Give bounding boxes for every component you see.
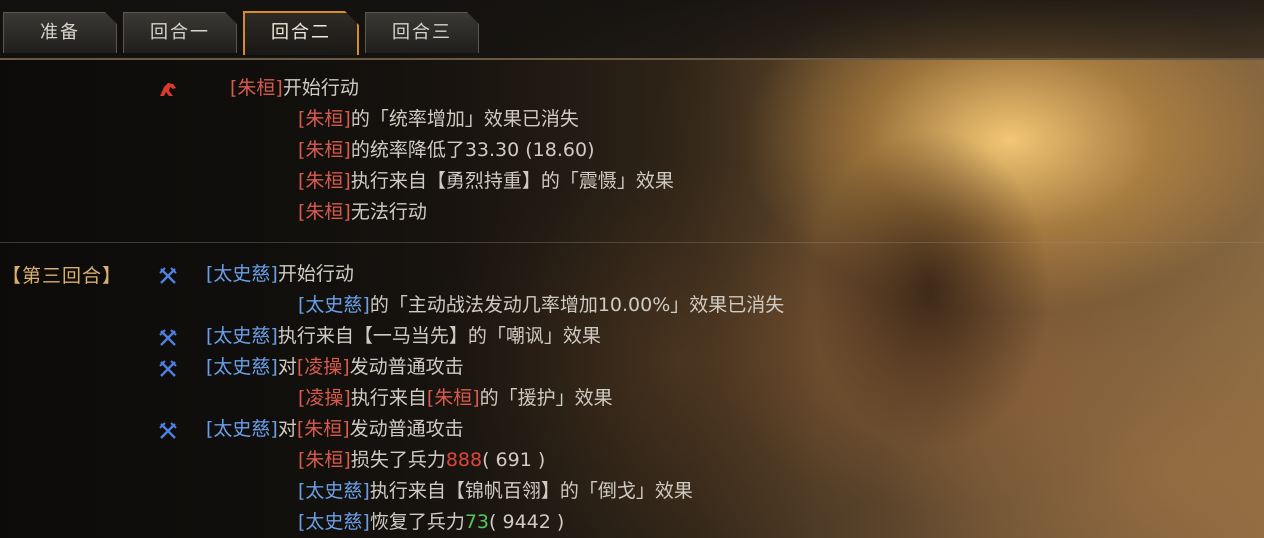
log-line: [太史慈]开始行动 (206, 260, 354, 288)
log-text: 发动普通攻击 (349, 356, 464, 378)
source-name: [朱桓] (426, 387, 480, 409)
general-name: [太史慈] (298, 511, 370, 533)
log-text: 对 (277, 418, 297, 440)
log-line: [朱桓]的「统率增加」效果已消失 (298, 105, 579, 133)
target-name: [朱桓] (296, 418, 350, 440)
tab-bar-divider (0, 58, 1264, 60)
log-text: 损失了兵力 (350, 449, 446, 471)
log-line: [太史慈]对[凌操]发动普通攻击 (206, 353, 464, 381)
heal-value: 73 (464, 511, 490, 533)
log-line: [朱桓]的统率降低了33.30 (18.60) (298, 136, 594, 164)
round-label: 【第三回合】 (2, 265, 123, 287)
crossed-swords-icon (159, 360, 177, 377)
remaining-troops: ( 691 ) (482, 449, 546, 471)
general-name: [朱桓] (298, 201, 351, 223)
crossed-swords-icon (159, 329, 177, 346)
crossed-swords-icon (159, 267, 177, 284)
log-text: 无法行动 (350, 201, 427, 223)
crossed-swords-icon (159, 422, 177, 439)
log-line: [朱桓]执行来自【勇烈持重】的「震慑」效果 (298, 167, 674, 195)
tab-prepare[interactable]: 准备 (3, 12, 117, 53)
general-name: [太史慈] (206, 263, 278, 285)
log-text: 执行来自【锦帆百翎】的「倒戈」效果 (369, 480, 693, 502)
general-name: [朱桓] (298, 108, 351, 130)
general-name: [朱桓] (298, 449, 351, 471)
log-text: 恢复了兵力 (369, 511, 465, 533)
red-horse-icon (160, 83, 176, 96)
log-text: 的「援护」效果 (479, 387, 613, 409)
log-line: [朱桓]损失了兵力888( 691 ) (298, 446, 545, 474)
log-line: [太史慈]执行来自【锦帆百翎】的「倒戈」效果 (298, 477, 693, 505)
log-line: [太史慈]对[朱桓]发动普通攻击 (206, 415, 464, 443)
log-text: 开始行动 (277, 263, 354, 285)
tab-round-two[interactable]: 回合二 (243, 11, 359, 55)
general-name: [凌操] (298, 387, 351, 409)
general-name: [朱桓] (298, 170, 351, 192)
log-text: 的「统率增加」效果已消失 (350, 108, 579, 130)
log-line: [太史慈]恢复了兵力73( 9442 ) (298, 508, 564, 536)
log-text: 执行来自【一马当先】的「嘲讽」效果 (277, 325, 601, 347)
log-text: 发动普通攻击 (349, 418, 464, 440)
tab-round-three[interactable]: 回合三 (365, 12, 479, 53)
remaining-troops: ( 9442 ) (489, 511, 565, 533)
general-name: [太史慈] (298, 294, 370, 316)
log-text: 的「主动战法发动几率增加10.00%」效果已消失 (369, 294, 785, 316)
general-name: [太史慈] (298, 480, 370, 502)
log-line: [朱桓]无法行动 (298, 198, 427, 226)
log-line: [太史慈]的「主动战法发动几率增加10.00%」效果已消失 (298, 291, 784, 319)
log-text: 对 (277, 356, 297, 378)
general-name: [太史慈] (206, 356, 278, 378)
tab-round-one[interactable]: 回合一 (123, 12, 237, 53)
general-name: [朱桓] (298, 139, 351, 161)
background-rider-silhouette (800, 120, 1060, 460)
log-line: [太史慈]执行来自【一马当先】的「嘲讽」效果 (206, 322, 601, 350)
log-text: 执行来自 (350, 387, 427, 409)
log-line: [凌操]执行来自[朱桓]的「援护」效果 (298, 384, 613, 412)
general-name: [太史慈] (206, 418, 278, 440)
general-name: [朱桓] (230, 77, 283, 99)
log-text: 的统率降低了33.30 (18.60) (350, 139, 595, 161)
log-text: 执行来自【勇烈持重】的「震慑」效果 (350, 170, 674, 192)
target-name: [凌操] (296, 356, 350, 378)
damage-value: 888 (445, 449, 483, 471)
round-separator (0, 242, 1264, 243)
log-line: [朱桓]开始行动 (230, 74, 359, 102)
log-text: 开始行动 (282, 77, 359, 99)
general-name: [太史慈] (206, 325, 278, 347)
